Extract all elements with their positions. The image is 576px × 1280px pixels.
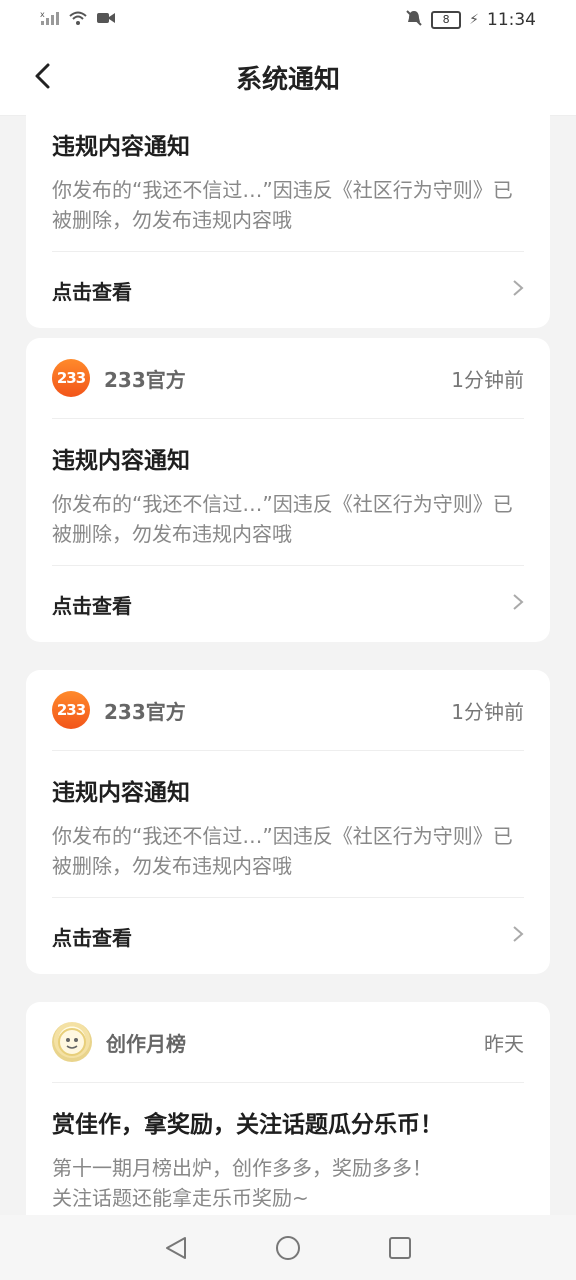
notification-body-line: 第十一期月榜出炉，创作多多，奖励多多！ bbox=[52, 1156, 432, 1180]
creator-ranking-avatar bbox=[52, 1022, 92, 1062]
status-icons-left: x bbox=[40, 10, 116, 30]
back-button[interactable] bbox=[24, 58, 60, 94]
notification-title: 赏佳作，拿奖励，关注话题瓜分乐币！ bbox=[52, 1112, 443, 1138]
official-233-logo: 233 bbox=[52, 359, 90, 397]
status-icons-right: 8 ⚡ 11:34 bbox=[405, 9, 536, 31]
nav-bar: 系统通知 bbox=[0, 40, 576, 116]
back-arrow-icon bbox=[35, 63, 50, 89]
notification-card[interactable]: 创作月榜 昨天 赏佳作，拿奖励，关注话题瓜分乐币！ 第十一期月榜出炉，创作多多，… bbox=[26, 1002, 550, 1215]
sender-name: 创作月榜 bbox=[106, 1031, 186, 1056]
circle-home-icon bbox=[276, 1235, 300, 1260]
notification-body: 第十一期月榜出炉，创作多多，奖励多多！ 关注话题还能拿走乐币奖励~ bbox=[52, 1153, 524, 1213]
signal-icon: x bbox=[40, 10, 60, 30]
notification-card[interactable]: 违规内容通知 你发布的“我还不信过…”因违反《社区行为守则》已被删除，勿发布违规… bbox=[26, 115, 550, 328]
notification-body: 你发布的“我还不信过…”因违反《社区行为守则》已被删除，勿发布违规内容哦 bbox=[52, 178, 513, 232]
notification-time: 昨天 bbox=[484, 1031, 524, 1056]
notification-list[interactable]: 违规内容通知 你发布的“我还不信过…”因违反《社区行为守则》已被删除，勿发布违规… bbox=[0, 115, 576, 1215]
notification-time: 1分钟前 bbox=[451, 699, 524, 724]
chevron-right-icon bbox=[512, 592, 524, 617]
system-recents-button[interactable] bbox=[380, 1228, 420, 1268]
official-233-logo: 233 bbox=[52, 691, 90, 729]
notification-title: 违规内容通知 bbox=[52, 780, 190, 806]
video-camera-icon bbox=[96, 10, 116, 30]
system-home-button[interactable] bbox=[268, 1228, 308, 1268]
notification-header: 233 233官方 1分钟前 bbox=[52, 338, 524, 419]
notification-title: 违规内容通知 bbox=[52, 134, 190, 160]
chevron-right-icon bbox=[512, 924, 524, 949]
view-details-row[interactable]: 点击查看 bbox=[52, 565, 524, 642]
status-time: 11:34 bbox=[487, 10, 536, 30]
notification-card[interactable]: 233 233官方 1分钟前 违规内容通知 你发布的“我还不信过…”因违反《社区… bbox=[26, 670, 550, 974]
notification-body: 你发布的“我还不信过…”因违反《社区行为守则》已被删除，勿发布违规内容哦 bbox=[52, 824, 513, 878]
triangle-back-icon bbox=[166, 1236, 186, 1259]
svg-text:x: x bbox=[40, 10, 45, 19]
view-details-row[interactable]: 点击查看 bbox=[52, 251, 524, 328]
page-title: 系统通知 bbox=[235, 65, 340, 95]
chevron-right-icon bbox=[512, 278, 524, 303]
notification-body: 你发布的“我还不信过…”因违反《社区行为守则》已被删除，勿发布违规内容哦 bbox=[52, 492, 513, 546]
sender-name: 233官方 bbox=[104, 367, 186, 392]
notification-body-line: 关注话题还能拿走乐币奖励~ bbox=[52, 1186, 309, 1210]
status-bar: x 8 ⚡ 11:34 bbox=[0, 0, 576, 40]
system-back-button[interactable] bbox=[156, 1228, 196, 1268]
sender-name: 233官方 bbox=[104, 699, 186, 724]
notification-title: 违规内容通知 bbox=[52, 448, 190, 474]
notification-header: 233 233官方 1分钟前 bbox=[52, 670, 524, 751]
mute-bell-icon bbox=[405, 9, 423, 31]
battery-indicator: 8 bbox=[431, 11, 462, 29]
notification-card[interactable]: 233 233官方 1分钟前 违规内容通知 你发布的“我还不信过…”因违反《社区… bbox=[26, 338, 550, 642]
wifi-icon bbox=[68, 10, 88, 30]
view-details-link[interactable]: 点击查看 bbox=[52, 590, 132, 619]
notification-header: 创作月榜 昨天 bbox=[52, 1002, 524, 1083]
square-recents-icon bbox=[389, 1236, 411, 1259]
system-nav-bar bbox=[0, 1215, 576, 1280]
charging-icon: ⚡ bbox=[469, 12, 479, 28]
view-details-link[interactable]: 点击查看 bbox=[52, 276, 132, 305]
notification-time: 1分钟前 bbox=[451, 367, 524, 392]
view-details-row[interactable]: 点击查看 bbox=[52, 897, 524, 974]
view-details-link[interactable]: 点击查看 bbox=[52, 922, 132, 951]
